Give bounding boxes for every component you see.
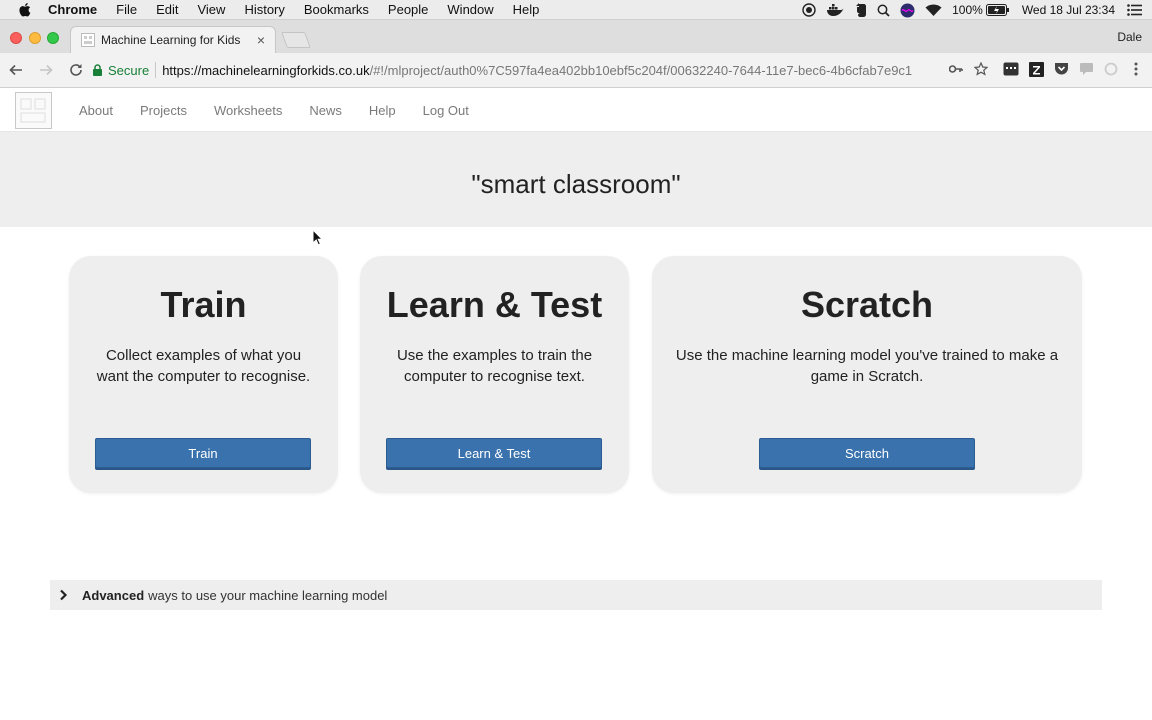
menu-help[interactable]: Help [513,2,540,17]
chevron-right-icon [59,589,71,601]
extension-icon[interactable] [1003,61,1019,77]
card-description: Collect examples of what you want the co… [96,347,311,385]
url-path: /#!/mlproject/auth0%7C597fa4ea402bb10ebf… [369,62,913,78]
url-host: https://machinelearningforkids.co.uk [162,62,370,78]
advanced-description: ways to use your machine learning model [148,587,388,603]
favicon-icon [81,33,95,47]
menu-edit[interactable]: Edit [156,2,178,17]
secure-label: Secure [108,62,150,78]
browser-tab-active[interactable]: Machine Learning for Kids × [70,26,276,53]
docker-icon[interactable] [826,3,844,17]
card-title: Scratch [800,284,934,325]
menu-history[interactable]: History [244,2,284,17]
scratch-button[interactable]: Scratch [759,438,975,468]
key-icon[interactable] [948,61,964,77]
address-bar[interactable]: Secure https://machinelearningforkids.co… [92,59,1012,81]
omnibox-divider [155,62,157,78]
window-minimize-button[interactable] [29,32,41,44]
battery-icon[interactable] [985,4,1010,16]
star-icon[interactable] [973,61,989,77]
menu-people[interactable]: People [388,2,428,17]
card-learn-test: Learn & Test Use the examples to train t… [360,256,629,493]
project-banner: "smart classroom" [0,132,1152,227]
card-description: Use the examples to train the computer t… [396,347,593,385]
menu-view[interactable]: View [197,2,225,17]
record-icon[interactable] [802,3,816,17]
tab-title: Machine Learning for Kids [101,33,241,47]
card-train: Train Collect examples of what you want … [69,256,338,493]
learn-test-button[interactable]: Learn & Test [386,438,602,468]
wifi-icon[interactable] [925,4,942,17]
menu-app-chrome[interactable]: Chrome [48,2,97,17]
search-icon[interactable] [877,4,890,17]
lock-icon[interactable] [92,64,103,76]
clock[interactable]: Wed 18 Jul 23:34 [1022,3,1115,17]
menu-bookmarks[interactable]: Bookmarks [304,2,369,17]
tab-close-icon[interactable]: × [253,32,269,48]
pocket-icon[interactable] [1053,61,1069,77]
new-tab-button[interactable] [281,32,311,48]
site-header: About Projects Worksheets News Help Log … [0,88,1152,132]
nav-log-out[interactable]: Log Out [423,103,469,118]
menubar-status-area: 100% Wed 18 Jul 23:34 [792,0,1152,20]
browser-tab-strip: Machine Learning for Kids × Dale [0,20,1152,53]
nav-projects[interactable]: Projects [140,103,187,118]
zotero-icon[interactable] [1028,61,1044,77]
back-icon[interactable] [8,62,24,78]
card-description: Use the machine learning model you've tr… [675,347,1059,385]
list-icon[interactable] [1127,4,1142,16]
battery-percent: 100% [952,3,983,17]
nav-news[interactable]: News [309,103,342,118]
window-zoom-button[interactable] [47,32,59,44]
macos-menu-bar: Chrome File Edit View History Bookmarks … [0,0,1152,20]
advanced-section-toggle[interactable]: Advanced ways to use your machine learni… [50,580,1102,610]
train-button[interactable]: Train [95,438,311,468]
site-logo[interactable] [15,92,52,129]
evernote-icon[interactable] [854,2,867,18]
card-title: Learn & Test [386,284,603,325]
nav-worksheets[interactable]: Worksheets [214,103,282,118]
chat-icon[interactable] [1078,61,1094,77]
site-nav: About Projects Worksheets News Help Log … [79,103,496,118]
toolbar-icons [939,61,1144,77]
card-scratch: Scratch Use the machine learning model y… [652,256,1082,493]
apple-icon[interactable] [18,2,32,18]
profile-name[interactable]: Dale [1117,30,1142,44]
project-title: "smart classroom" [471,169,681,199]
more-icon[interactable] [1128,61,1144,77]
browser-toolbar: Secure https://machinelearningforkids.co… [0,53,1152,88]
window-close-button[interactable] [10,32,22,44]
menu-window[interactable]: Window [447,2,493,17]
card-title: Train [160,284,247,325]
menu-file[interactable]: File [116,2,137,17]
reload-icon[interactable] [68,62,84,78]
nav-help[interactable]: Help [369,103,396,118]
siri-icon[interactable] [900,3,915,18]
forward-icon[interactable] [38,62,54,78]
nav-about[interactable]: About [79,103,113,118]
mouse-cursor-icon [312,229,324,246]
sync-icon[interactable] [1103,61,1119,77]
advanced-label: Advanced [82,587,145,603]
